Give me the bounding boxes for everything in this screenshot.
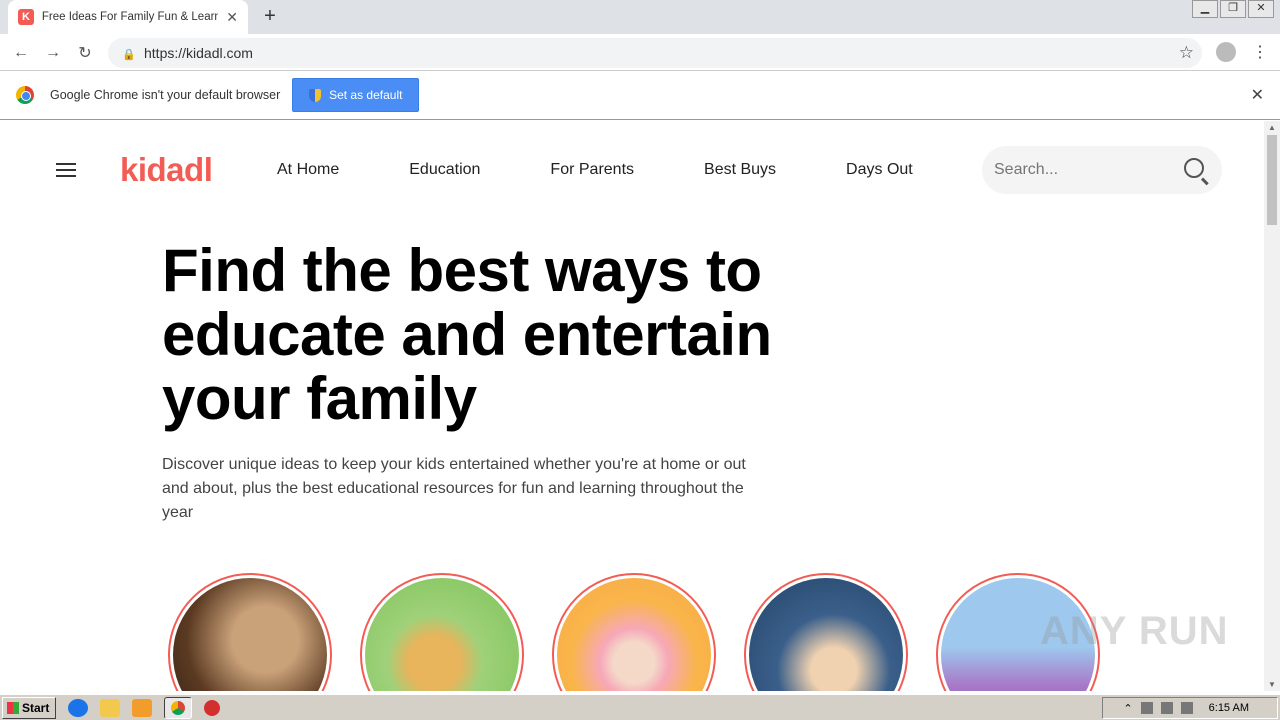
site-favicon-icon: K <box>18 9 34 25</box>
category-circle-image[interactable] <box>744 573 908 691</box>
category-circles <box>168 573 1128 691</box>
tray-expand-icon[interactable]: ⌃ <box>1123 702 1132 715</box>
address-bar[interactable]: 🔒 https://kidadl.com ☆ <box>108 38 1202 68</box>
main-nav: At Home Education For Parents Best Buys … <box>277 161 983 179</box>
browser-tab[interactable]: K Free Ideas For Family Fun & Learning ✕ <box>8 0 248 34</box>
chrome-taskbar-button[interactable] <box>164 696 192 719</box>
opera-icon[interactable] <box>204 699 220 716</box>
network-icon[interactable] <box>1160 702 1173 714</box>
scroll-down-icon[interactable]: ▼ <box>1268 680 1276 689</box>
lock-icon: 🔒 <box>122 48 136 61</box>
back-icon[interactable]: ← <box>10 42 32 64</box>
hero-lead: Discover unique ideas to keep your kids … <box>162 456 746 521</box>
tab-title: Free Ideas For Family Fun & Learning <box>41 11 219 23</box>
hero-heading: Find the best ways to educate and entert… <box>162 237 772 432</box>
restore-button[interactable]: ❐ <box>1220 0 1246 18</box>
forward-icon[interactable]: → <box>42 42 64 64</box>
hamburger-menu-icon[interactable] <box>56 163 76 177</box>
nav-link-best-buys[interactable]: Best Buys <box>704 161 776 179</box>
web-page: kidadl At Home Education For Parents Bes… <box>0 121 1264 691</box>
chrome-logo-icon <box>16 86 34 104</box>
close-tab-icon[interactable]: ✕ <box>226 9 238 26</box>
nav-link-education[interactable]: Education <box>409 161 480 179</box>
new-tab-button[interactable]: + <box>258 4 282 28</box>
browser-tab-strip: K Free Ideas For Family Fun & Learning ✕… <box>0 0 1280 34</box>
scrollbar-thumb[interactable] <box>1267 135 1277 225</box>
close-infobar-icon[interactable]: ✕ <box>1251 85 1264 105</box>
system-tray: ⌃ 6:15 AM <box>1102 697 1278 719</box>
category-circle-image[interactable] <box>552 573 716 691</box>
page-scrollbar[interactable]: ▲ ▼ <box>1264 121 1280 691</box>
category-circle-image[interactable] <box>360 573 524 691</box>
shield-icon <box>309 88 322 102</box>
start-label: Start <box>22 700 50 715</box>
search-icon[interactable] <box>1184 158 1204 178</box>
search-box <box>982 146 1222 194</box>
nav-link-at-home[interactable]: At Home <box>277 161 339 179</box>
infobar-message: Google Chrome isn't your default browser <box>50 88 281 102</box>
internet-explorer-icon[interactable] <box>68 698 88 717</box>
action-center-flag-icon[interactable] <box>1180 702 1193 714</box>
minimize-button[interactable]: ▁ <box>1192 0 1218 18</box>
anyrun-watermark: ANY RUN <box>1040 609 1229 653</box>
browser-toolbar: ← → ↻ 🔒 https://kidadl.com ☆ <box>0 34 1280 71</box>
category-circle-image[interactable] <box>168 573 332 691</box>
windows-logo-icon <box>7 701 19 714</box>
taskbar-clock[interactable]: 6:15 AM <box>1209 702 1249 714</box>
file-explorer-icon[interactable] <box>100 698 120 717</box>
nav-link-days-out[interactable]: Days Out <box>846 161 913 179</box>
search-input[interactable] <box>994 161 1174 179</box>
windows-taskbar: Start ⌃ 6:15 AM <box>0 694 1280 720</box>
scroll-up-icon[interactable]: ▲ <box>1268 123 1276 132</box>
media-player-icon[interactable] <box>132 698 152 717</box>
url-text: https://kidadl.com <box>144 45 253 61</box>
bookmark-star-icon[interactable]: ☆ <box>1179 43 1194 63</box>
set-as-default-button[interactable]: Set as default <box>292 78 420 112</box>
close-window-button[interactable]: ✕ <box>1248 0 1274 18</box>
site-logo[interactable]: kidadl <box>120 151 213 189</box>
nav-link-for-parents[interactable]: For Parents <box>550 161 634 179</box>
start-button[interactable]: Start <box>2 696 56 719</box>
browser-menu-icon[interactable]: ⋮ <box>1252 42 1268 62</box>
window-controls: ▁ ❐ ✕ <box>1190 0 1274 18</box>
default-browser-infobar: Google Chrome isn't your default browser… <box>0 71 1280 120</box>
reload-icon[interactable]: ↻ <box>74 42 96 64</box>
set-as-default-label: Set as default <box>329 88 403 102</box>
profile-avatar-icon[interactable] <box>1216 42 1236 62</box>
chrome-icon <box>171 700 185 715</box>
volume-icon[interactable] <box>1140 702 1153 714</box>
